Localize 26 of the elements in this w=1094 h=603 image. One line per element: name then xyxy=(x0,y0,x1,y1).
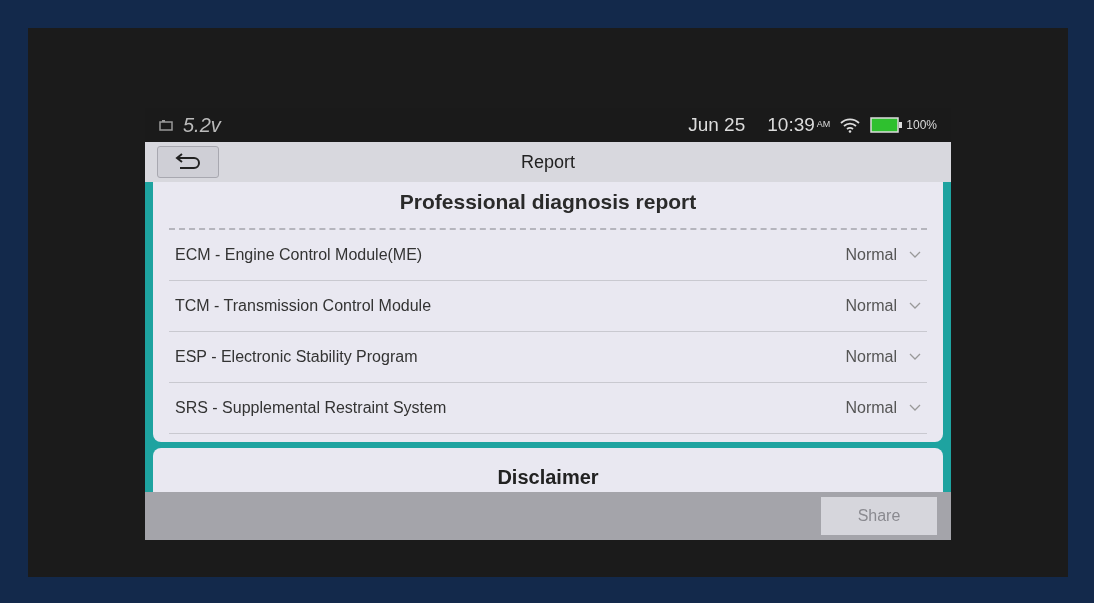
meridiem-text: AM xyxy=(816,118,831,132)
module-status: Normal xyxy=(845,397,897,418)
module-name: ECM - Engine Control Module(ME) xyxy=(175,244,424,265)
module-status: Normal xyxy=(845,244,897,265)
share-button[interactable]: Share xyxy=(821,497,937,535)
chevron-down-icon xyxy=(909,301,921,310)
screen-title: Report xyxy=(521,150,575,174)
chevron-down-icon xyxy=(909,250,921,259)
car-battery-icon xyxy=(159,119,173,131)
report-title: Professional diagnosis report xyxy=(169,182,927,230)
voltage-reading: 5.2v xyxy=(183,113,221,138)
module-name: SRS - Supplemental Restraint System xyxy=(175,397,448,418)
module-status: Normal xyxy=(845,295,897,316)
clock-time: 10:39 xyxy=(767,112,815,137)
back-button[interactable] xyxy=(157,146,219,178)
chevron-down-icon xyxy=(909,352,921,361)
module-name: ESP - Electronic Stability Program xyxy=(175,346,419,367)
module-name: TCM - Transmission Control Module xyxy=(175,295,433,316)
module-status: Normal xyxy=(845,346,897,367)
chevron-down-icon xyxy=(909,403,921,412)
battery-percent: 100% xyxy=(906,117,937,134)
disclaimer-title: Disclaimer xyxy=(497,465,599,490)
battery-icon xyxy=(870,117,903,133)
wifi-icon xyxy=(840,117,861,133)
date-text: Jun 25 xyxy=(688,112,746,137)
back-arrow-icon xyxy=(174,152,202,172)
